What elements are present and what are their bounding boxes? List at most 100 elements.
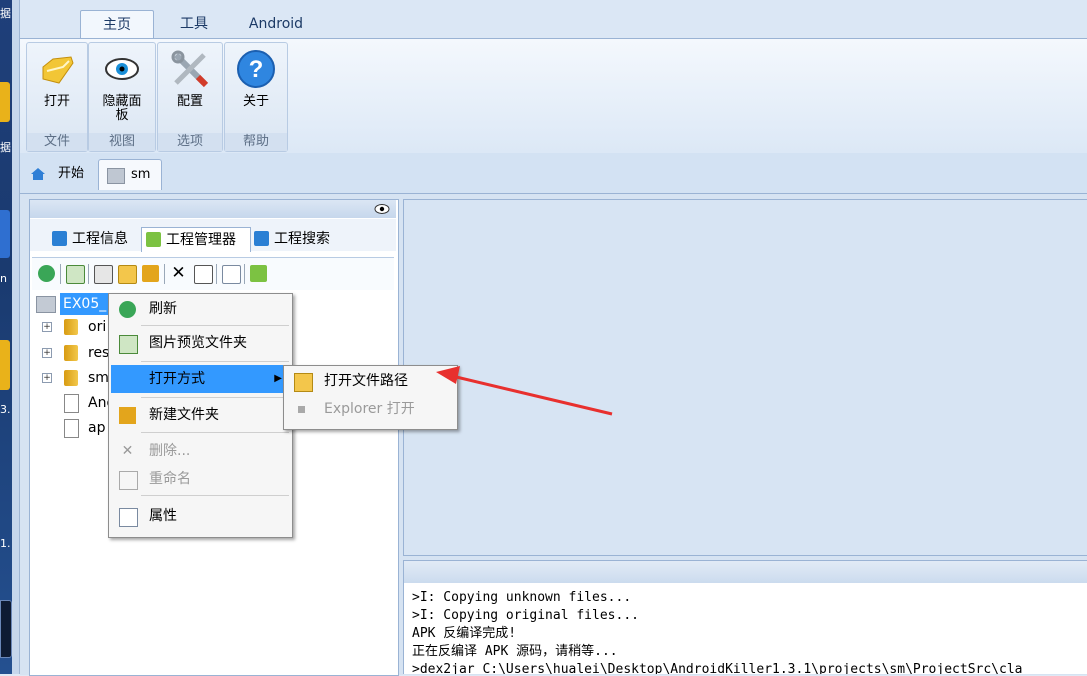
group-caption: 选项	[158, 133, 222, 151]
properties-icon[interactable]	[222, 265, 241, 284]
properties-icon	[119, 508, 138, 527]
expand-icon[interactable]: +	[42, 348, 52, 358]
menu-item-label: 重命名	[149, 471, 191, 487]
tree-root[interactable]: EX05_	[36, 293, 116, 315]
menu-item-properties[interactable]: 属性	[111, 502, 290, 530]
desktop-text: 据	[0, 7, 11, 20]
desktop-icon[interactable]	[0, 340, 10, 390]
panel-tabs: 工程信息 工程管理器 工程搜索	[30, 219, 396, 252]
window-icon	[298, 406, 305, 413]
tab-android[interactable]: Android	[236, 10, 316, 38]
menu-item-label: 新建文件夹	[149, 407, 219, 423]
open-label: 打开	[43, 94, 70, 109]
eye-icon[interactable]	[374, 203, 390, 215]
hide-panel-button[interactable]: 隐藏面板	[89, 43, 155, 131]
open-path-icon	[294, 373, 313, 392]
search-icon	[254, 231, 269, 246]
separator	[141, 432, 289, 433]
window-icon[interactable]	[94, 265, 113, 284]
tree-item[interactable]: + sm	[42, 367, 112, 389]
hide-panel-label: 隐藏面板	[102, 94, 142, 123]
project-icon	[107, 168, 125, 184]
log-line: 正在反编译 APK 源码，请稍等...	[412, 644, 618, 659]
log-line: >I: Copying unknown files...	[412, 590, 632, 605]
folder-icon	[64, 370, 78, 386]
submenu-arrow-icon: ▶	[274, 373, 282, 384]
panel-header	[30, 200, 396, 218]
tab-start[interactable]: 开始	[30, 159, 100, 189]
group-caption: 文件	[27, 133, 87, 151]
new-folder-icon	[119, 407, 136, 424]
android-icon	[146, 232, 161, 247]
open-button[interactable]: 打开	[27, 43, 87, 131]
info-icon	[52, 231, 67, 246]
ribbon: 打开 文件 隐藏面板 视图 配置 选项 ? 关于 帮助	[20, 38, 1087, 154]
new-folder-icon[interactable]	[142, 265, 159, 282]
annotation-arrow-icon	[436, 366, 613, 416]
group-file: 打开 文件	[26, 42, 88, 152]
tab-tools[interactable]: 工具	[164, 10, 224, 38]
menu-item-image-preview[interactable]: 图片预览文件夹	[111, 329, 290, 357]
delete-icon: ✕	[121, 443, 134, 459]
svg-text:?: ?	[249, 56, 264, 83]
desktop-text: n	[0, 272, 7, 285]
desktop-icon[interactable]	[0, 82, 10, 122]
expand-icon[interactable]: +	[42, 322, 52, 332]
tree-item[interactable]: + res	[42, 342, 112, 364]
android-icon[interactable]	[250, 265, 267, 282]
tree-item[interactable]: ap	[42, 417, 112, 439]
menu-item-rename[interactable]: 重命名	[111, 465, 290, 493]
rename-icon[interactable]	[194, 265, 213, 284]
about-label: 关于	[242, 94, 269, 109]
group-caption: 视图	[89, 133, 155, 151]
separator	[244, 264, 245, 284]
tree-root-label: EX05_	[60, 293, 110, 315]
menu-item-label: 刷新	[149, 301, 177, 317]
separator	[141, 361, 289, 362]
log-line: >I: Copying original files...	[412, 608, 639, 623]
desktop-icon[interactable]	[0, 210, 10, 258]
tree-item-label: ap	[88, 420, 106, 436]
about-button[interactable]: ? 关于	[225, 43, 287, 131]
rename-icon	[119, 471, 138, 490]
menu-item-label: 打开方式	[149, 371, 205, 387]
tab-home[interactable]: 主页	[80, 10, 154, 39]
image-preview-icon[interactable]	[66, 265, 85, 284]
menu-item-refresh[interactable]: 刷新	[111, 295, 290, 323]
separator	[141, 495, 289, 496]
open-path-icon[interactable]	[118, 265, 137, 284]
panel-toolbar: ✕	[32, 257, 394, 290]
tab-start-label: 开始	[58, 166, 85, 181]
tools-icon	[171, 50, 209, 88]
refresh-icon[interactable]	[38, 265, 55, 282]
tab-project-search-label: 工程搜索	[274, 231, 330, 247]
menu-item-open-with[interactable]: 打开方式 ▶	[111, 365, 290, 393]
tab-project-info[interactable]: 工程信息	[50, 227, 138, 251]
desktop-background: 据 据 n 3. 1.	[0, 0, 12, 674]
desktop-icon[interactable]	[0, 600, 12, 658]
help-icon: ?	[237, 50, 275, 88]
image-preview-icon	[119, 335, 138, 354]
ribbon-tab-bar: 主页 工具 Android	[20, 0, 1087, 39]
group-help: ? 关于 帮助	[224, 42, 288, 152]
group-caption: 帮助	[225, 133, 287, 151]
tab-project-manager[interactable]: 工程管理器	[141, 227, 251, 252]
tab-sm[interactable]: sm	[98, 159, 162, 190]
tab-project-search[interactable]: 工程搜索	[252, 227, 342, 251]
separator	[141, 397, 289, 398]
menu-item-label: 属性	[149, 508, 177, 524]
folder-icon	[64, 319, 78, 335]
log-line: >dex2jar C:\Users\hualei\Desktop\Android…	[412, 662, 1023, 674]
eye-icon	[105, 58, 139, 80]
tree-item[interactable]: + ori	[42, 316, 112, 338]
tab-project-manager-label: 工程管理器	[166, 232, 236, 248]
delete-icon[interactable]: ✕	[170, 265, 187, 282]
tree-item[interactable]: And	[42, 392, 115, 414]
menu-item-delete[interactable]: ✕ 删除...	[111, 437, 290, 465]
refresh-icon	[119, 301, 136, 318]
menu-item-new-folder[interactable]: 新建文件夹	[111, 401, 290, 429]
expand-icon[interactable]: +	[42, 373, 52, 383]
config-button[interactable]: 配置	[158, 43, 222, 131]
log-panel-header	[403, 560, 1087, 584]
menu-item-label: 删除...	[149, 443, 191, 459]
